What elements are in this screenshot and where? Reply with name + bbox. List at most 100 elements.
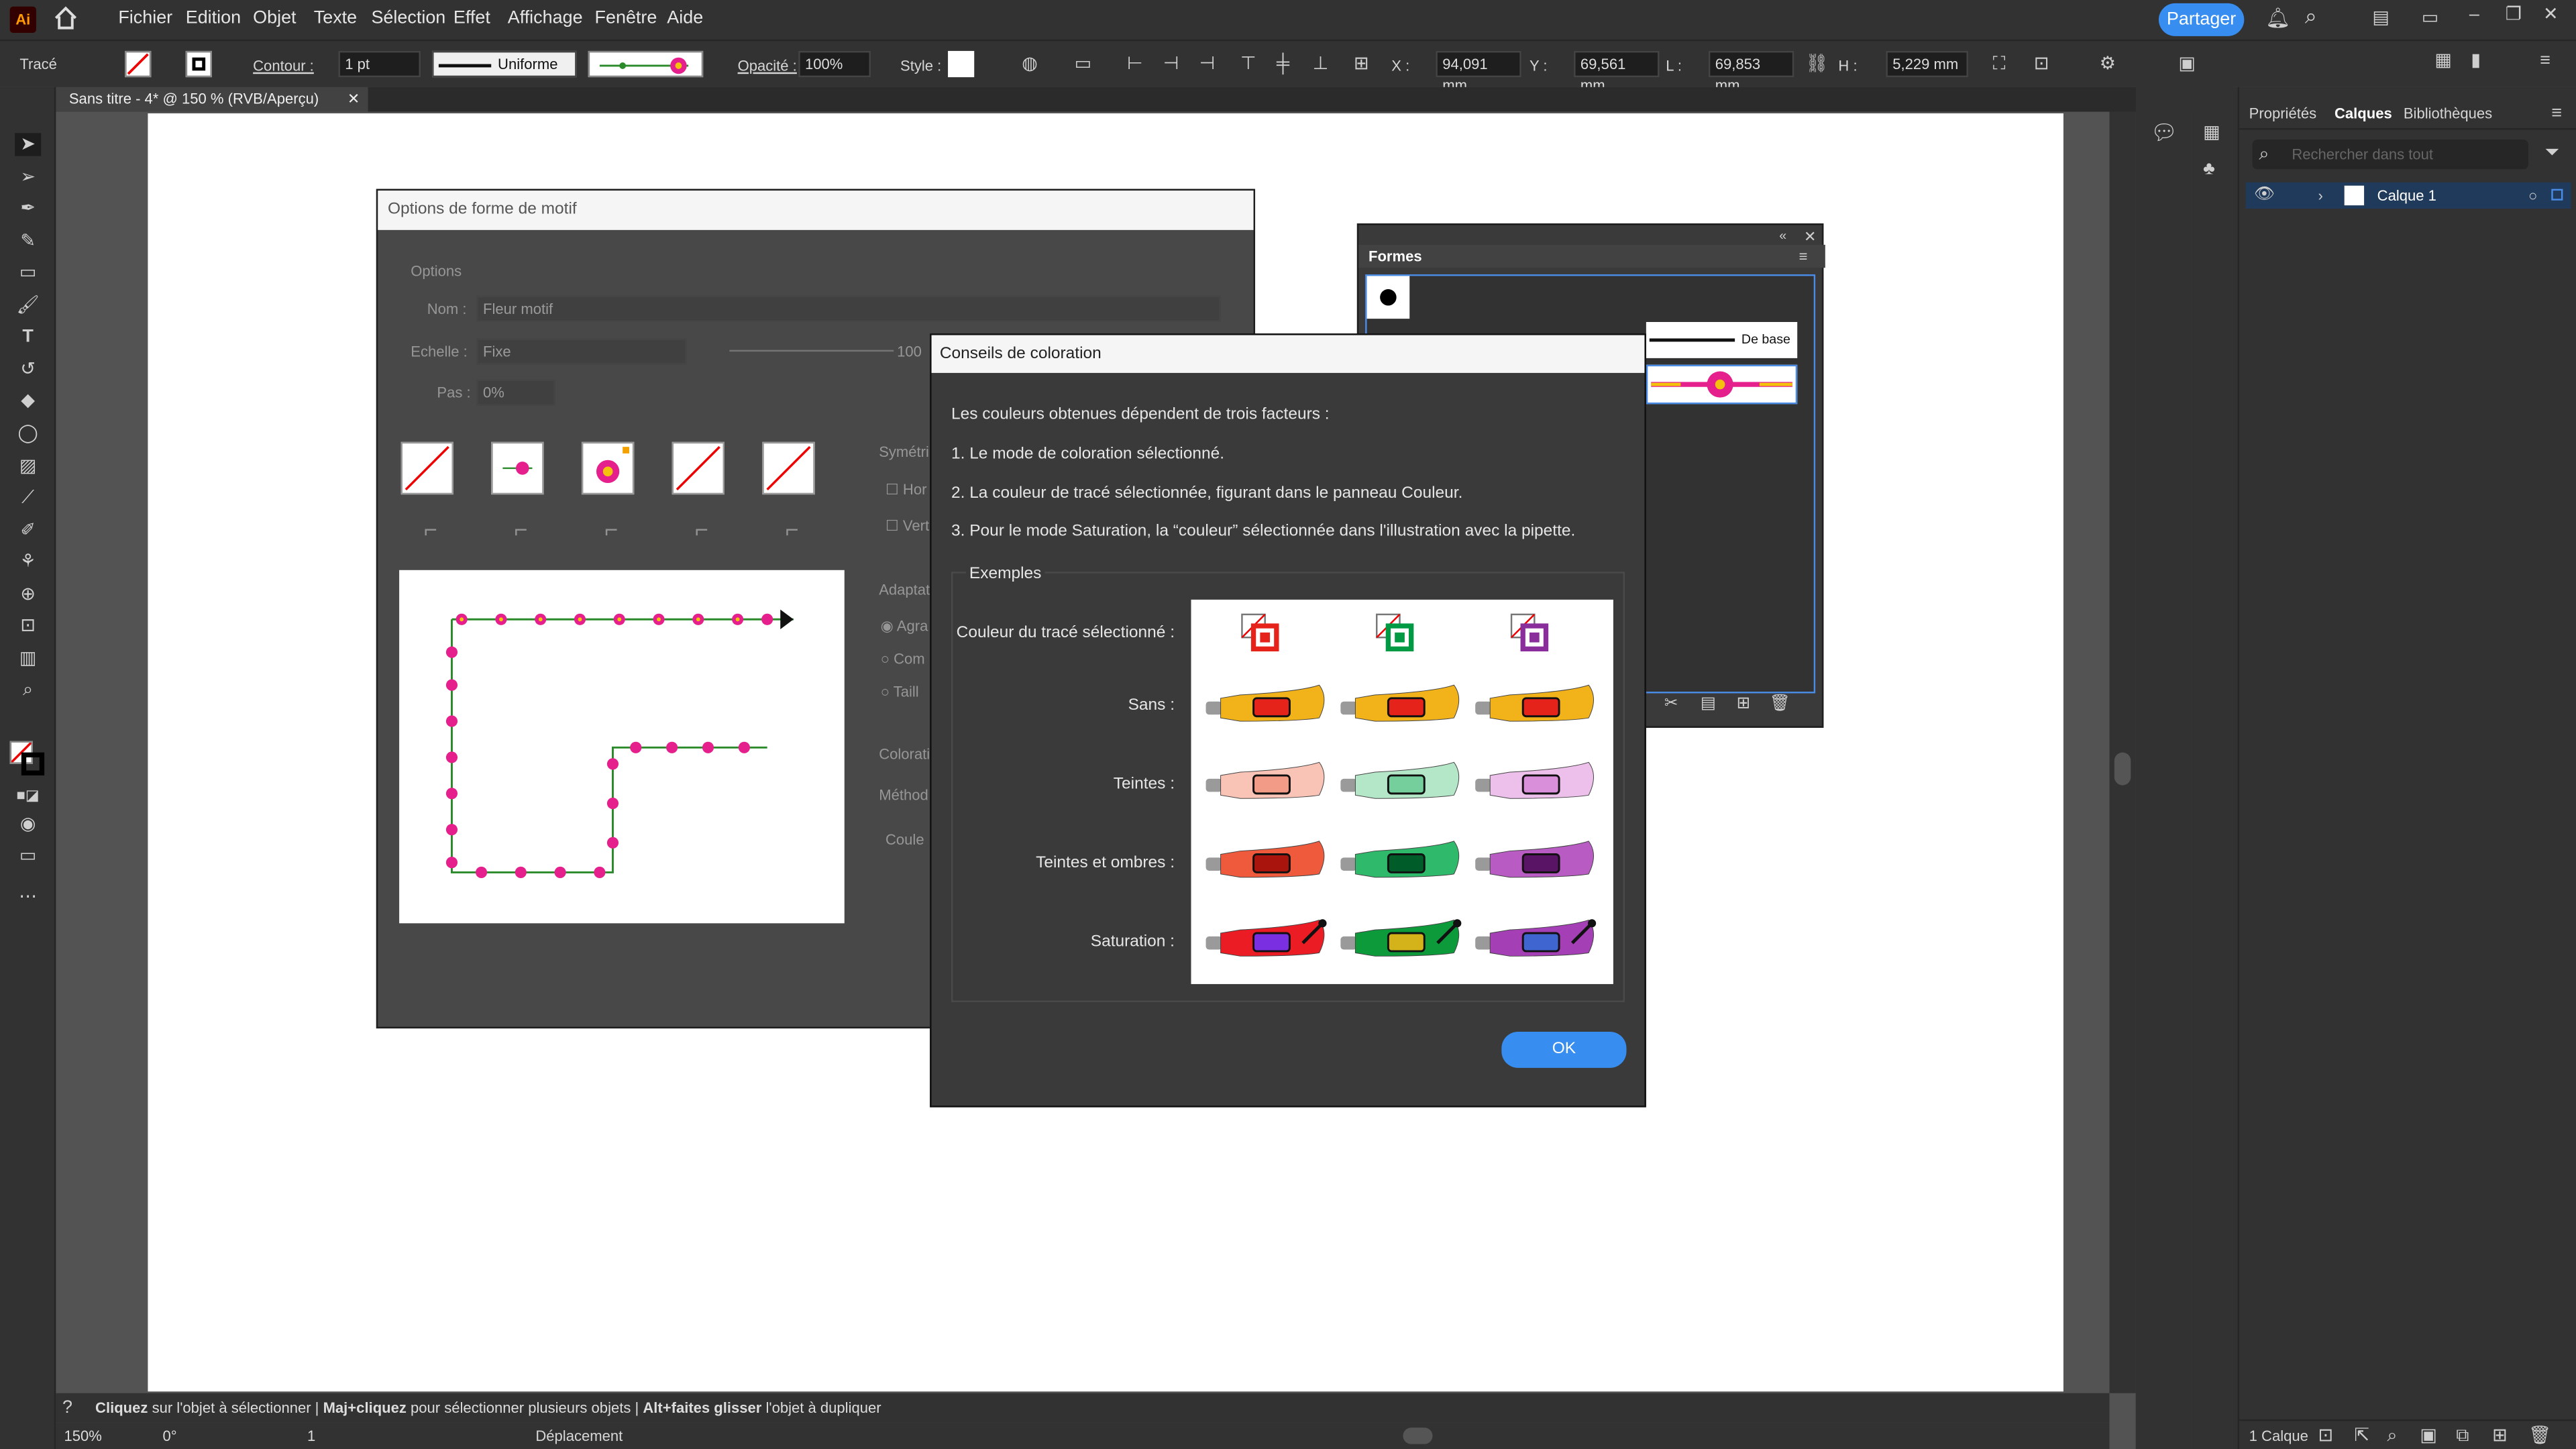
eraser-tool-icon[interactable]: ◆	[15, 389, 41, 412]
graph-tool-icon[interactable]: ▥	[15, 647, 41, 670]
home-icon[interactable]	[52, 5, 78, 31]
fit-space-radio[interactable]: ○ Com	[881, 651, 925, 667]
tab-layers[interactable]: Calques	[2334, 105, 2392, 121]
menu-objet[interactable]: Objet	[253, 8, 296, 28]
collect-export-icon[interactable]: ⊡	[2318, 1426, 2334, 1446]
menu-effet[interactable]: Effet	[453, 8, 490, 28]
align-right-icon[interactable]: ⊣	[1199, 54, 1215, 74]
bell-icon[interactable]: 🔔︎	[2265, 8, 2290, 28]
arrange-icon[interactable]: ▭	[2422, 8, 2438, 28]
filter-icon[interactable]: ⏷	[2544, 143, 2559, 162]
panel-toggle-icon[interactable]: ▮	[2471, 51, 2481, 70]
new-brush-icon[interactable]: ⊞	[1737, 695, 1751, 714]
comments-icon[interactable]: 💬︎	[2151, 121, 2178, 143]
brushes-tab[interactable]: Formes	[1368, 248, 1422, 264]
isolate-icon[interactable]: ▣	[2178, 54, 2195, 74]
tab-libraries[interactable]: Bibliothèques	[2404, 105, 2492, 121]
brush-basic[interactable]: De base	[1646, 322, 1798, 358]
control-menu-icon[interactable]: ≡	[2540, 51, 2551, 70]
style-swatch[interactable]	[948, 50, 975, 78]
align-left-icon[interactable]: ⊢	[1127, 54, 1142, 74]
zoom-select[interactable]: 150%	[59, 1424, 152, 1448]
step-field[interactable]: 0%	[476, 379, 555, 406]
libraries-icon[interactable]: ▦	[2203, 123, 2220, 143]
direct-selection-tool-icon[interactable]: ➢	[15, 166, 41, 189]
stroke-weight-field[interactable]: 1 pt	[338, 50, 421, 78]
artboard-tool-icon[interactable]: ⊡	[15, 614, 41, 637]
menu-texte[interactable]: Texte	[314, 8, 357, 28]
align-bottom-icon[interactable]: ⊥	[1313, 54, 1328, 74]
recolor-icon[interactable]: ◍	[1022, 54, 1038, 74]
menu-fichier[interactable]: Fichier	[118, 8, 172, 28]
menu-selection[interactable]: Sélection	[371, 8, 445, 28]
corner-between-icon[interactable]: ⌐	[604, 517, 618, 540]
tile-end-swatch[interactable]	[762, 441, 815, 495]
tile-inner-corner-swatch[interactable]	[581, 441, 635, 495]
tab-properties[interactable]: Propriétés	[2249, 105, 2316, 121]
draw-mode-icon[interactable]: ◉	[15, 813, 41, 836]
layers-search-input[interactable]: ⌕ Rechercher dans tout	[2252, 140, 2528, 170]
options-icon[interactable]: ▤	[1701, 695, 1716, 714]
eye-icon[interactable]: 👁︎	[2254, 186, 2275, 205]
restore-icon[interactable]: ❐	[2506, 5, 2522, 24]
h-field[interactable]: 5,229 mm	[1886, 50, 1968, 78]
scale-slider[interactable]	[729, 350, 894, 352]
document-tab[interactable]: Sans titre - 4* @ 150 % (RVB/Aperçu) ✕	[56, 87, 368, 112]
vertical-checkbox[interactable]: ☐ Vert	[885, 517, 929, 535]
search-icon[interactable]: ⌕	[2305, 5, 2317, 26]
menu-fenetre[interactable]: Fenêtre	[595, 8, 657, 28]
w-field[interactable]: 69,853 mm	[1708, 50, 1794, 94]
align-icon[interactable]: ▭	[1075, 54, 1091, 74]
mesh-tool-icon[interactable]: ⟋	[15, 486, 41, 509]
rotate-tool-icon[interactable]: ↺	[15, 358, 41, 381]
x-field[interactable]: 94,091 mm	[1436, 50, 1521, 94]
screen-mode-icon[interactable]: ▭	[15, 845, 41, 867]
fit-approx-radio[interactable]: ○ Taill	[881, 684, 919, 700]
blend-tool-icon[interactable]: ⚘	[15, 550, 41, 573]
brush-tool-icon[interactable]: 🖌︎	[15, 294, 41, 317]
opacity-label[interactable]: Opacité :	[738, 58, 797, 74]
ok-button[interactable]: OK	[1501, 1031, 1627, 1068]
export-icon[interactable]: ⇱	[2354, 1426, 2369, 1446]
panel-menu-icon[interactable]: ≡	[1799, 246, 1808, 266]
align-top-icon[interactable]: ⊤	[1240, 54, 1256, 74]
minimize-icon[interactable]: –	[2469, 5, 2479, 24]
stroke-swatch[interactable]	[185, 50, 212, 78]
corner-slice-icon[interactable]: ⌐	[695, 517, 708, 540]
layer-row[interactable]: 👁︎ › Calque 1 ○	[2245, 182, 2571, 209]
menu-aide[interactable]: Aide	[667, 8, 703, 28]
panel-layout-icon[interactable]: ▦	[2434, 51, 2451, 70]
close-tab-icon[interactable]: ✕	[347, 87, 360, 112]
stroke-label[interactable]: Contour :	[253, 58, 314, 74]
target-icon[interactable]: ○	[2528, 186, 2537, 205]
gradient-tool-icon[interactable]: ▨	[15, 455, 41, 478]
grid-icon[interactable]: ⊞	[1354, 54, 1369, 74]
type-tool-icon[interactable]: T	[15, 325, 41, 348]
brush-definition-select[interactable]	[588, 50, 704, 78]
fit-stretch-radio[interactable]: ◉ Agra	[881, 618, 928, 636]
expand-icon[interactable]: ›	[2318, 186, 2323, 205]
fill-swatch[interactable]	[125, 50, 152, 78]
help-icon[interactable]: ?	[62, 1398, 72, 1417]
rectangle-tool-icon[interactable]: ▭	[15, 261, 41, 284]
curvature-tool-icon[interactable]: ✎	[15, 230, 41, 253]
tile-outer-corner-swatch[interactable]	[491, 441, 544, 495]
share-button[interactable]: Partager	[2158, 3, 2245, 36]
align-center-icon[interactable]: ⊣	[1163, 54, 1179, 74]
artboard-field[interactable]: 1	[302, 1424, 375, 1448]
panel-menu-icon[interactable]: ≡	[2551, 103, 2562, 123]
locate-object-icon[interactable]: ⌕	[2387, 1426, 2397, 1446]
name-field[interactable]: Fleur motif	[476, 295, 1221, 323]
opacity-field[interactable]: 100%	[798, 50, 871, 78]
menu-affichage[interactable]: Affichage	[508, 8, 583, 28]
tile-side-swatch[interactable]	[400, 441, 453, 495]
menu-edition[interactable]: Edition	[186, 8, 241, 28]
delete-brush-icon[interactable]: 🗑︎	[1770, 695, 1790, 714]
brushes-dock-icon[interactable]: ♣	[2203, 160, 2215, 179]
horizontal-scrollbar-thumb[interactable]	[1403, 1428, 1433, 1444]
selection-tool-icon[interactable]: ➤	[15, 133, 42, 156]
new-sublayer-icon[interactable]: ⧉	[2456, 1426, 2469, 1446]
clipping-mask-icon[interactable]: ▣	[2420, 1426, 2436, 1446]
new-layer-icon[interactable]: ⊞	[2492, 1426, 2508, 1446]
corner-overlap-icon[interactable]: ⌐	[786, 517, 799, 540]
